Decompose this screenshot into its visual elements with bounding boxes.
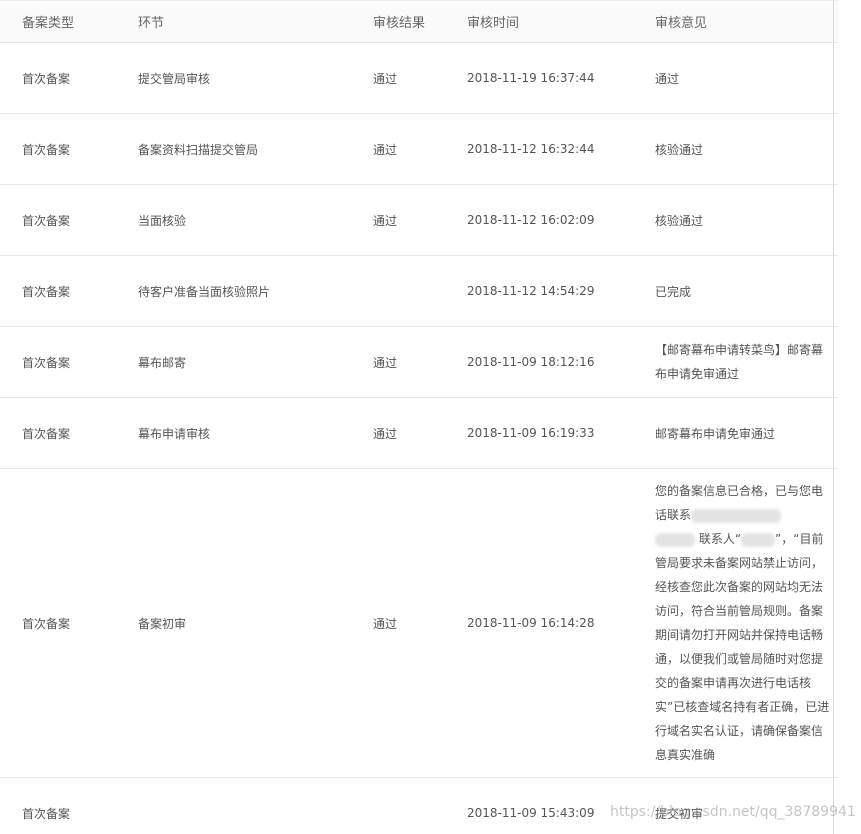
cell-filing-type: 首次备案 [0,113,138,185]
filing-review-table: 备案类型 环节 审核结果 审核时间 审核意见 首次备案 提交管局审核 通过 20… [0,0,838,834]
cell-step: 幕布邮寄 [138,326,373,398]
cell-result: 通过 [373,326,467,398]
header-step: 环节 [138,0,373,43]
record-review-page: 备案类型 环节 审核结果 审核时间 审核意见 首次备案 提交管局审核 通过 20… [0,0,861,834]
cell-opinion: 核验通过 [655,184,838,256]
header-review-result: 审核结果 [373,0,467,43]
opinion-text-contact: 联系人“ [698,532,742,546]
cell-result: 通过 [373,42,467,114]
cell-step: 备案初审 [138,468,373,778]
cell-step [138,777,373,834]
table-row: 首次备案 备案资料扫描提交管局 通过 2018-11-12 16:32:44 核… [0,113,838,185]
table-row: 首次备案 幕布申请审核 通过 2018-11-09 16:19:33 邮寄幕布申… [0,397,838,469]
header-review-opinion: 审核意见 [655,0,838,43]
table-row: 首次备案 备案初审 通过 2018-11-09 16:14:28 您的备案信息已… [0,468,838,778]
redacted-text [655,532,695,547]
opinion-text-line1: 您的备案信息已合格，已与您 [655,484,812,498]
cell-filing-type: 首次备案 [0,184,138,256]
cell-step: 待客户准备当面核验照片 [138,255,373,327]
opinion-text-quote: ”，“目 [775,532,812,546]
table-header-row: 备案类型 环节 审核结果 审核时间 审核意见 [0,0,838,43]
header-review-time: 审核时间 [467,0,655,43]
cell-step: 幕布申请审核 [138,397,373,469]
cell-time: 2018-11-09 16:19:33 [467,397,655,469]
cell-filing-type: 首次备案 [0,397,138,469]
cell-time: 2018-11-12 16:32:44 [467,113,655,185]
cell-time: 2018-11-09 16:14:28 [467,468,655,778]
opinion-text-rest: 前管局要求未备案网站禁止访问，经核查您此次备案的网站均无法访问，符合当前管局规则… [655,532,830,762]
cell-opinion: 【邮寄幕布申请转菜鸟】邮寄幕布申请免审通过 [655,326,838,398]
cell-opinion: 核验通过 [655,113,838,185]
redacted-contact-name [741,532,776,547]
cell-opinion: 通过 [655,42,838,114]
cell-time: 2018-11-19 16:37:44 [467,42,655,114]
table-row: 首次备案 提交管局审核 通过 2018-11-19 16:37:44 通过 [0,42,838,114]
cell-result: 通过 [373,184,467,256]
cell-filing-type: 首次备案 [0,468,138,778]
table-row: 首次备案 待客户准备当面核验照片 2018-11-12 14:54:29 已完成 [0,255,838,327]
cell-filing-type: 首次备案 [0,326,138,398]
cell-step: 备案资料扫描提交管局 [138,113,373,185]
cell-result: 通过 [373,113,467,185]
cell-filing-type: 首次备案 [0,255,138,327]
table-row: 首次备案 幕布邮寄 通过 2018-11-09 18:12:16 【邮寄幕布申请… [0,326,838,398]
cell-result [373,777,467,834]
cell-result [373,255,467,327]
right-divider [833,0,834,834]
cell-filing-type: 首次备案 [0,777,138,834]
cell-time: 2018-11-09 18:12:16 [467,326,655,398]
cell-opinion: 您的备案信息已合格，已与您电话联系 联系人“ ”，“目前管局要求未备案网站禁止访问… [655,468,838,778]
watermark-text: https://blog.csdn.net/qq_38789941 [610,804,856,820]
header-filing-type: 备案类型 [0,0,138,43]
cell-time: 2018-11-12 16:02:09 [467,184,655,256]
cell-result: 通过 [373,468,467,778]
cell-step: 提交管局审核 [138,42,373,114]
cell-step: 当面核验 [138,184,373,256]
cell-filing-type: 首次备案 [0,42,138,114]
table-row: 首次备案 当面核验 通过 2018-11-12 16:02:09 核验通过 [0,184,838,256]
cell-result: 通过 [373,397,467,469]
redacted-phone [691,508,782,523]
cell-opinion: 邮寄幕布申请免审通过 [655,397,838,469]
cell-time: 2018-11-12 14:54:29 [467,255,655,327]
cell-opinion: 已完成 [655,255,838,327]
